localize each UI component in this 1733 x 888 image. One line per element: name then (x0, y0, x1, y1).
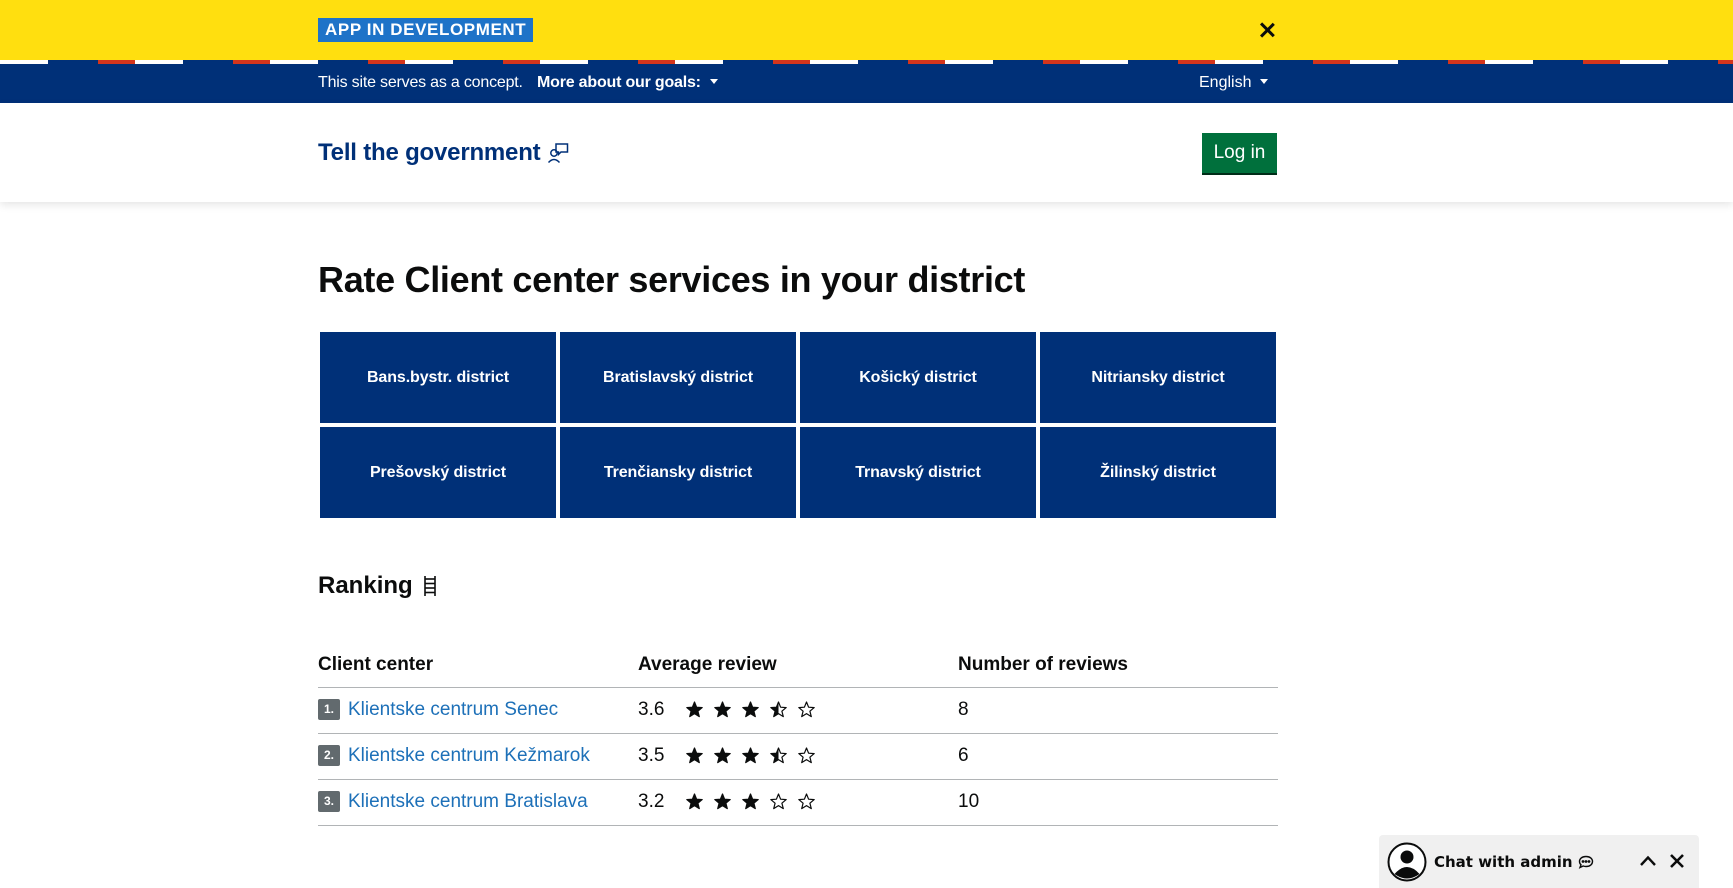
star-empty-icon (798, 701, 815, 718)
close-icon[interactable] (1669, 853, 1685, 869)
login-button[interactable]: Log in (1202, 133, 1277, 175)
district-button[interactable]: Trnavský district (800, 427, 1036, 518)
brand-link[interactable]: Tell the government (318, 139, 570, 167)
client-center-cell: 3. Klientske centrum Bratislava (318, 779, 638, 826)
brand-title: Tell the government (318, 139, 541, 166)
goals-label: More about our goals: (537, 74, 701, 91)
average-value: 3.6 (638, 698, 665, 720)
chat-bubble-icon (1578, 855, 1593, 869)
district-button[interactable]: Prešovský district (320, 427, 556, 518)
table-row: 2. Klientske centrum Kežmarok 3.5 6 (318, 733, 1278, 780)
chat-label-text: Chat with admin (1434, 852, 1573, 871)
column-header: Client center (318, 648, 638, 688)
rank-badge: 1. (318, 699, 340, 721)
language-select[interactable]: English (1199, 74, 1269, 92)
client-center-link[interactable]: Klientske centrum Kežmarok (348, 745, 590, 766)
ranking-title: Ranking (318, 572, 437, 600)
rank-badge: 3. (318, 791, 340, 813)
dev-badge: APP IN DEVELOPMENT (318, 18, 534, 42)
average-review-cell: 3.6 (638, 687, 958, 734)
star-filled-icon (686, 747, 703, 764)
star-rating (686, 793, 815, 810)
average-review-cell: 3.5 (638, 733, 958, 780)
language-label: English (1199, 74, 1252, 91)
chat-label[interactable]: Chat with admin (1434, 853, 1594, 871)
client-center-link[interactable]: Klientske centrum Senec (348, 699, 558, 720)
review-count-cell: 10 (958, 779, 1278, 826)
site-header: Tell the government Log in (0, 103, 1733, 202)
district-button[interactable]: Bratislavský district (560, 332, 796, 423)
table-row: 1. Klientske centrum Senec 3.6 8 (318, 687, 1278, 734)
column-header: Average review (638, 648, 958, 688)
star-filled-icon (714, 793, 731, 810)
star-filled-icon (742, 747, 759, 764)
star-filled-icon (714, 701, 731, 718)
close-icon[interactable] (1255, 18, 1279, 42)
average-review-cell: 3.2 (638, 779, 958, 826)
table-row: 3. Klientske centrum Bratislava 3.2 10 (318, 779, 1278, 826)
average-value: 3.5 (638, 744, 665, 766)
table-header-row: Client center Average review Number of r… (318, 648, 1278, 688)
star-filled-icon (686, 701, 703, 718)
star-half-icon (770, 747, 787, 764)
rank-badge: 2. (318, 745, 340, 767)
chevron-up-icon[interactable] (1639, 854, 1657, 868)
star-empty-icon (770, 793, 787, 810)
star-filled-icon (742, 701, 759, 718)
star-empty-icon (798, 793, 815, 810)
dev-banner: APP IN DEVELOPMENT (0, 0, 1733, 60)
star-half-icon (770, 701, 787, 718)
average-value: 3.2 (638, 790, 665, 812)
page-title: Rate Client center services in your dist… (318, 259, 1026, 300)
goals-dropdown[interactable]: More about our goals: (537, 74, 718, 92)
star-filled-icon (686, 793, 703, 810)
district-button[interactable]: Trenčiansky district (560, 427, 796, 518)
concept-bar: This site serves as a concept. More abou… (0, 64, 1733, 103)
district-button[interactable]: Košický district (800, 332, 1036, 423)
star-rating (686, 747, 815, 764)
user-avatar-icon (1387, 842, 1427, 881)
column-header: Number of reviews (958, 648, 1278, 688)
client-center-link[interactable]: Klientske centrum Bratislava (348, 791, 588, 812)
client-center-cell: 1. Klientske centrum Senec (318, 687, 638, 734)
district-button[interactable]: Nitriansky district (1040, 332, 1276, 423)
feedback-person-icon (548, 143, 569, 164)
star-rating (686, 701, 815, 718)
star-empty-icon (798, 747, 815, 764)
ranking-table: Client center Average review Number of r… (318, 648, 1278, 826)
caret-down-icon (1260, 79, 1269, 84)
star-filled-icon (742, 793, 759, 810)
district-button[interactable]: Žilinský district (1040, 427, 1276, 518)
star-filled-icon (714, 747, 731, 764)
district-grid: Bans.bystr. district Bratislavský distri… (318, 332, 1278, 518)
caret-down-icon (709, 79, 718, 84)
chat-widget[interactable]: Chat with admin (1379, 835, 1699, 888)
review-count-cell: 8 (958, 687, 1278, 734)
ladder-icon (423, 576, 436, 596)
review-count-cell: 6 (958, 733, 1278, 780)
district-button[interactable]: Bans.bystr. district (320, 332, 556, 423)
concept-text: This site serves as a concept. (318, 74, 523, 91)
client-center-cell: 2. Klientske centrum Kežmarok (318, 733, 638, 780)
ranking-title-text: Ranking (318, 572, 413, 599)
